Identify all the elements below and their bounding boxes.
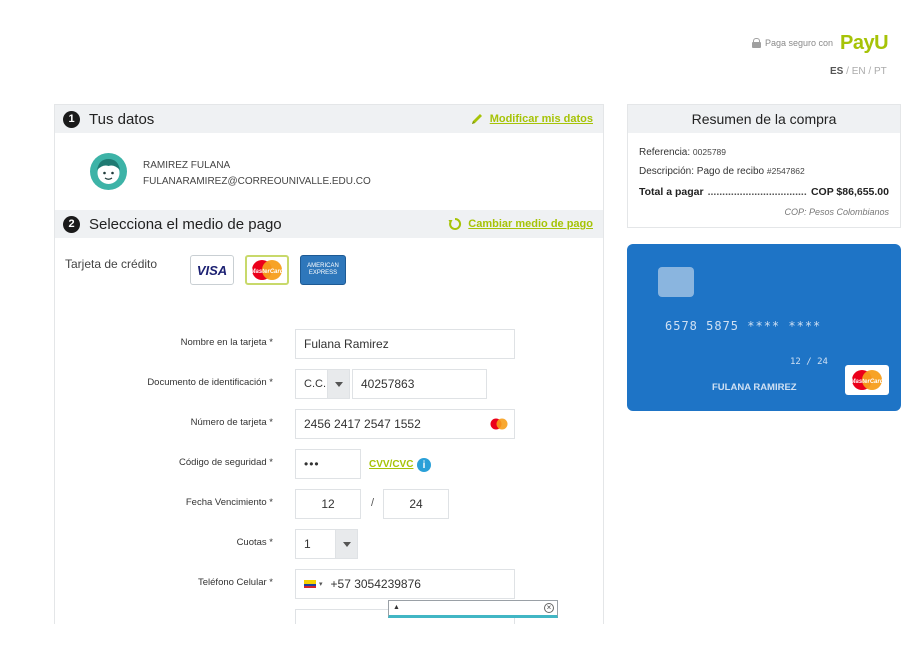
- document-type-select[interactable]: C.C.: [295, 369, 350, 399]
- cvv-help-link[interactable]: CVV/CVC: [369, 459, 413, 470]
- refresh-icon: [448, 217, 462, 230]
- avatar: [90, 153, 127, 190]
- installments-select[interactable]: 1: [295, 529, 358, 559]
- payu-logo: PayU: [840, 32, 889, 54]
- country-caret-icon[interactable]: ▾: [319, 580, 323, 588]
- card-preview-number: 6578 5875 **** ****: [665, 319, 822, 333]
- description-line: Descripción: Pago de recibo #2547862: [639, 166, 805, 177]
- step-1-badge: 1: [63, 110, 80, 128]
- currency-note: COP: Pesos Colombianos: [784, 207, 889, 217]
- purchase-summary: Resumen de la compra Referencia: 0025789…: [627, 104, 901, 228]
- dropdown-popup[interactable]: ▲ ×: [388, 600, 558, 618]
- info-icon[interactable]: i: [417, 458, 431, 472]
- card-preview-holder: FULANA RAMIREZ: [712, 382, 797, 393]
- credit-card-label: Tarjeta de crédito: [65, 257, 158, 271]
- your-data-header: 1 Tus datos Modificar mis datos: [55, 105, 603, 133]
- card-number-label: Número de tarjeta *: [190, 417, 273, 428]
- expiry-label: Fecha Vencimiento *: [185, 497, 273, 508]
- caret-up-icon[interactable]: ▲: [393, 604, 400, 611]
- card-number-input[interactable]: 2456 2417 2547 1552: [295, 409, 515, 439]
- phone-row: Teléfono Celular * ▾ +57 3054239876: [55, 569, 603, 599]
- document-type-value: C.C.: [304, 378, 326, 390]
- installments-row: Cuotas * 1: [55, 529, 603, 559]
- total-dots: ........................................: [707, 186, 807, 198]
- security-code-label: Código de seguridad *: [178, 457, 273, 468]
- description-label: Descripción: Pago de recibo: [639, 166, 765, 177]
- security-code-input[interactable]: •••: [295, 449, 361, 479]
- installments-value: 1: [304, 537, 311, 551]
- installments-label: Cuotas *: [236, 537, 273, 548]
- expiry-month-input[interactable]: 12: [295, 489, 361, 519]
- user-face-icon: [97, 159, 120, 184]
- document-number-input[interactable]: 40257863: [352, 369, 487, 399]
- close-icon[interactable]: ×: [544, 603, 554, 613]
- amex-line2: EXPRESS: [308, 270, 338, 276]
- phone-label: Teléfono Celular *: [198, 577, 273, 588]
- change-method-link[interactable]: Cambiar medio de pago: [448, 217, 593, 231]
- amex-line1: AMERICAN: [307, 263, 339, 269]
- payment-method-title: Selecciona el medio de pago: [89, 215, 282, 233]
- card-preview-expiry: 12 / 24: [790, 357, 828, 367]
- card-preview: 6578 5875 **** **** 12 / 24 FULANA RAMIR…: [627, 244, 901, 411]
- document-label: Documento de identificación *: [147, 377, 273, 388]
- card-chip-icon: [658, 267, 694, 297]
- lang-en[interactable]: EN: [852, 66, 866, 77]
- card-preview-brand: MasterCard: [845, 365, 889, 395]
- phone-value: +57 3054239876: [330, 577, 421, 591]
- lang-es[interactable]: ES: [830, 66, 843, 77]
- checkout-panel: 1 Tus datos Modificar mis datos RAMIREZ …: [54, 104, 604, 624]
- mastercard-icon: [490, 418, 508, 430]
- payment-method-header: 2 Selecciona el medio de pago Cambiar me…: [55, 210, 603, 238]
- phone-input[interactable]: ▾ +57 3054239876: [295, 569, 515, 599]
- card-number-row: Número de tarjeta * 2456 2417 2547 1552: [55, 409, 603, 439]
- visa-option[interactable]: VISA: [190, 255, 234, 285]
- summary-title: Resumen de la compra: [628, 105, 900, 133]
- reference-line: Referencia: 0025789: [639, 147, 726, 158]
- user-email: FULANARAMIREZ@CORREOUNIVALLE.EDU.CO: [143, 176, 371, 187]
- reference-value: 0025789: [692, 147, 727, 157]
- mastercard-icon: MasterCard: [250, 260, 284, 280]
- cardholder-input[interactable]: Fulana Ramirez: [295, 329, 515, 359]
- card-preview-brand-text: MasterCard: [850, 379, 883, 385]
- amex-option[interactable]: AMERICAN EXPRESS: [300, 255, 346, 285]
- chevron-down-icon: [327, 370, 349, 398]
- expiry-row: Fecha Vencimiento * 12 / 24: [55, 489, 603, 519]
- language-switcher: ES / EN / PT: [830, 66, 887, 77]
- total-value: COP $86,655.00: [810, 186, 889, 198]
- edit-data-label: Modificar mis datos: [489, 113, 593, 125]
- secure-payment-notice: Paga seguro con: [752, 38, 833, 48]
- total-line: Total a pagar ..........................…: [639, 186, 889, 198]
- lang-separator: /: [846, 66, 849, 77]
- total-label: Total a pagar: [639, 186, 704, 198]
- mastercard-option[interactable]: MasterCard: [245, 255, 289, 285]
- lang-pt[interactable]: PT: [874, 66, 887, 77]
- lang-separator: /: [868, 66, 872, 77]
- colombia-flag-icon[interactable]: [304, 580, 316, 588]
- expiry-year-input[interactable]: 24: [383, 489, 449, 519]
- secure-text: Paga seguro con: [765, 38, 834, 48]
- mastercard-icon: MasterCard: [850, 370, 884, 390]
- reference-label: Referencia:: [639, 147, 691, 158]
- user-name: RAMIREZ FULANA: [143, 160, 231, 171]
- cardholder-row: Nombre en la tarjeta * Fulana Ramirez: [55, 329, 603, 359]
- user-info: RAMIREZ FULANA FULANARAMIREZ@CORREOUNIVA…: [55, 133, 603, 210]
- your-data-title: Tus datos: [89, 110, 155, 128]
- step-2-badge: 2: [63, 215, 80, 233]
- lock-icon: [752, 38, 761, 48]
- security-code-row: Código de seguridad * ••• CVV/CVC i: [55, 449, 603, 479]
- chevron-down-icon: [335, 530, 357, 558]
- pencil-icon: [471, 114, 482, 124]
- cardholder-label: Nombre en la tarjeta *: [180, 337, 273, 348]
- card-number-value: 2456 2417 2547 1552: [304, 417, 421, 431]
- mastercard-text: MasterCard: [250, 269, 283, 275]
- document-row: Documento de identificación * C.C. 40257…: [55, 369, 603, 399]
- change-method-label: Cambiar medio de pago: [468, 218, 593, 230]
- description-value: #2547862: [766, 166, 805, 176]
- expiry-separator: /: [371, 497, 375, 509]
- edit-data-link[interactable]: Modificar mis datos: [470, 112, 593, 126]
